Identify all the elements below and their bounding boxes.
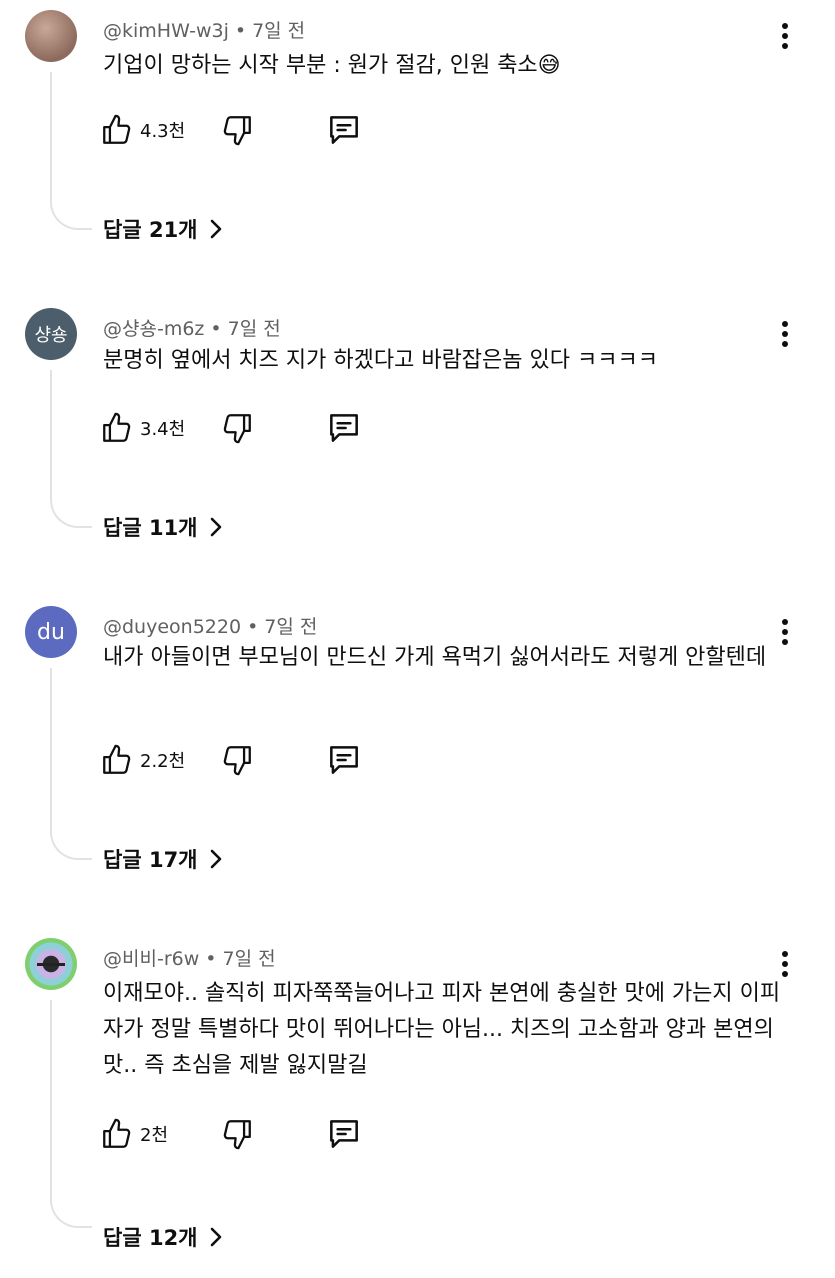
comment-actions: 4.3천	[100, 110, 400, 150]
view-replies-button[interactable]: 답글 21개	[103, 214, 226, 244]
comment-author[interactable]: @샹숑-m6z	[103, 318, 204, 340]
thread-line	[50, 72, 92, 230]
comment-meta: @duyeon5220 • 7일 전	[103, 616, 318, 638]
like-count: 2천	[140, 1125, 169, 1146]
thumbs-down-icon	[220, 411, 254, 445]
comment-icon	[325, 741, 363, 779]
thumbs-down-icon	[220, 1117, 254, 1151]
comment-author[interactable]: @비비-r6w	[103, 948, 199, 970]
comment-meta: @비비-r6w • 7일 전	[103, 948, 276, 970]
replies-label: 답글 12개	[103, 1226, 198, 1250]
like-button[interactable]: 2천	[100, 1114, 168, 1154]
thumbs-down-icon	[220, 743, 254, 777]
view-replies-button[interactable]: 답글 17개	[103, 844, 226, 874]
comment-author[interactable]: @duyeon5220	[103, 616, 241, 638]
like-button[interactable]: 2.2천	[100, 740, 185, 780]
reply-button[interactable]	[325, 408, 363, 448]
avatar[interactable]	[25, 938, 77, 990]
comment-actions: 3.4천	[100, 408, 400, 448]
avatar[interactable]	[25, 10, 77, 62]
comment-text: 내가 아들이면 부모님이 만드신 가게 욕먹기 싫어서라도 저렇게 안할텐데	[103, 645, 767, 670]
thumbs-up-icon	[100, 411, 134, 445]
comment-meta: @샹숑-m6z • 7일 전	[103, 318, 281, 340]
dislike-button[interactable]	[220, 1114, 254, 1154]
comment-time[interactable]: 7일 전	[252, 20, 305, 42]
like-count: 4.3천	[140, 121, 186, 142]
dislike-button[interactable]	[220, 740, 254, 780]
comment-text: 기업이 망하는 시작 부분 : 원가 절감, 인원 축소😅	[103, 53, 561, 78]
dislike-button[interactable]	[220, 110, 254, 150]
avatar-text: 샹숑	[34, 325, 68, 346]
comment-author[interactable]: @kimHW-w3j	[103, 20, 229, 42]
dislike-button[interactable]	[220, 408, 254, 448]
comment-text: 분명히 옆에서 치즈 지가 하겠다고 바람잡은놈 있다 ㅋㅋㅋㅋ	[103, 348, 658, 373]
thumbs-down-icon	[220, 113, 254, 147]
like-count: 2.2천	[140, 751, 186, 772]
comment-icon	[325, 111, 363, 149]
thread-line	[50, 668, 92, 860]
chevron-right-icon	[206, 516, 226, 538]
replies-label: 답글 17개	[103, 848, 198, 872]
thumbs-up-icon	[100, 113, 134, 147]
thumbs-up-icon	[100, 1117, 134, 1151]
comment-actions: 2천	[100, 1114, 400, 1154]
avatar[interactable]: du	[25, 606, 77, 658]
chevron-right-icon	[206, 218, 226, 240]
thread-line	[50, 1000, 92, 1228]
comment-icon	[325, 1115, 363, 1153]
comment-time[interactable]: 7일 전	[222, 948, 275, 970]
comment-time[interactable]: 7일 전	[228, 318, 281, 340]
like-count: 3.4천	[140, 419, 186, 440]
comment-meta: @kimHW-w3j • 7일 전	[103, 20, 306, 42]
thread-line	[50, 370, 92, 528]
replies-label: 답글 21개	[103, 218, 198, 242]
like-button[interactable]: 4.3천	[100, 110, 185, 150]
avatar[interactable]: 샹숑	[25, 308, 77, 360]
view-replies-button[interactable]: 답글 11개	[103, 512, 226, 542]
reply-button[interactable]	[325, 740, 363, 780]
replies-label: 답글 11개	[103, 516, 198, 540]
chevron-right-icon	[206, 1226, 226, 1248]
avatar-text: du	[37, 619, 65, 645]
comment-icon	[325, 409, 363, 447]
reply-button[interactable]	[325, 1114, 363, 1154]
chevron-right-icon	[206, 848, 226, 870]
comment-text: 이재모야.. 솔직히 피자쭉쭉늘어나고 피자 본연에 충실한 맛에 가는지 이피…	[103, 981, 781, 1078]
comment-actions: 2.2천	[100, 740, 400, 780]
comment-time[interactable]: 7일 전	[264, 616, 317, 638]
like-button[interactable]: 3.4천	[100, 408, 185, 448]
avatar-mark	[37, 962, 65, 966]
view-replies-button[interactable]: 답글 12개	[103, 1222, 226, 1252]
thumbs-up-icon	[100, 743, 134, 777]
reply-button[interactable]	[325, 110, 363, 150]
